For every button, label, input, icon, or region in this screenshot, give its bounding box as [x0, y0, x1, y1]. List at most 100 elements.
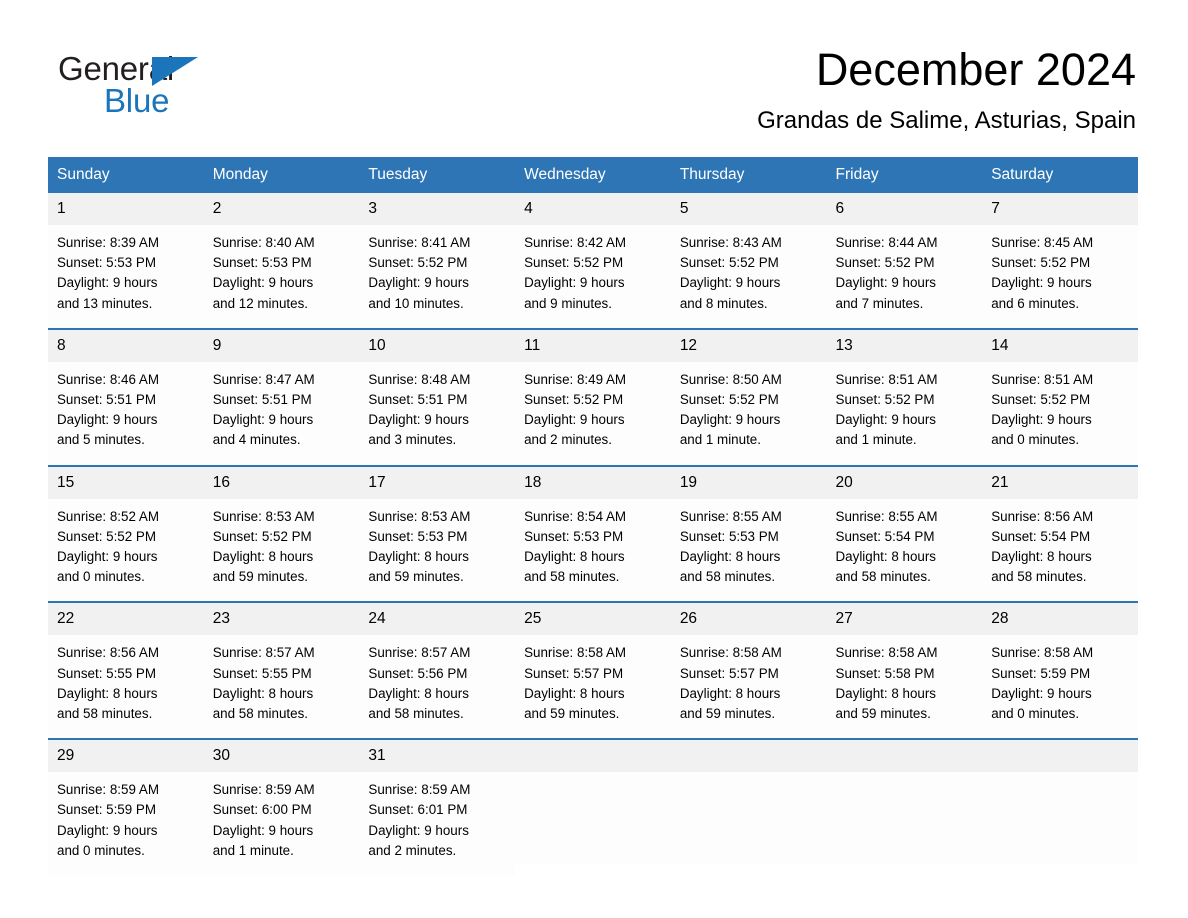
page-subtitle: Grandas de Salime, Asturias, Spain — [757, 107, 1136, 134]
sunset-text: Sunset: 5:52 PM — [835, 255, 935, 271]
calendar-day-cell[interactable]: 2 Sunrise: 8:40 AM Sunset: 5:53 PM Dayli… — [203, 193, 360, 329]
daylight-text-line2: and 58 minutes. — [991, 569, 1087, 585]
calendar-day-cell[interactable]: 13 Sunrise: 8:51 AM Sunset: 5:52 PM Dayl… — [826, 327, 983, 466]
daylight-text-line1: Daylight: 8 hours — [835, 549, 936, 565]
daylight-text-line1: Daylight: 9 hours — [679, 412, 781, 428]
calendar-day-cell[interactable]: 10 Sunrise: 8:48 AM Sunset: 5:51 PM Dayl… — [359, 327, 516, 466]
weekday-header-friday: Friday — [826, 157, 983, 193]
calendar-day-cell[interactable]: 17 Sunrise: 8:53 AM Sunset: 5:53 PM Dayl… — [359, 464, 516, 603]
day-details: Sunrise: 8:50 AM Sunset: 5:52 PM Dayligh… — [670, 361, 827, 465]
daylight-text-line1: Daylight: 9 hours — [368, 822, 469, 838]
calendar-header-row-group: Sunday Monday Tuesday Wednesday Thursday… — [48, 157, 1138, 193]
daylight-text-line1: Daylight: 8 hours — [679, 549, 781, 565]
calendar-day-cell[interactable]: 15 Sunrise: 8:52 AM Sunset: 5:52 PM Dayl… — [48, 464, 204, 603]
sunrise-text: Sunrise: 8:58 AM — [991, 645, 1094, 661]
calendar-day-cell[interactable]: 14 Sunrise: 8:51 AM Sunset: 5:52 PM Dayl… — [982, 327, 1138, 466]
calendar-day-cell[interactable]: 1 Sunrise: 8:39 AM Sunset: 5:53 PM Dayli… — [48, 193, 204, 329]
sunrise-text: Sunrise: 8:55 AM — [835, 508, 938, 524]
sunrise-text: Sunrise: 8:45 AM — [991, 235, 1094, 250]
sunset-text: Sunset: 6:01 PM — [368, 802, 468, 818]
calendar-day-cell[interactable]: 11 Sunrise: 8:49 AM Sunset: 5:52 PM Dayl… — [515, 327, 671, 466]
daylight-text-line1: Daylight: 9 hours — [835, 275, 936, 291]
daylight-text-line1: Daylight: 9 hours — [991, 412, 1092, 428]
sunrise-text: Sunrise: 8:51 AM — [991, 371, 1094, 387]
sunrise-text: Sunrise: 8:39 AM — [57, 235, 159, 250]
sunrise-text: Sunrise: 8:46 AM — [57, 371, 159, 387]
calendar-day-cell[interactable]: 25 Sunrise: 8:58 AM Sunset: 5:57 PM Dayl… — [515, 601, 671, 740]
day-details: Sunrise: 8:58 AM Sunset: 5:57 PM Dayligh… — [515, 635, 671, 739]
calendar-day-cell[interactable]: 30 Sunrise: 8:59 AM Sunset: 6:00 PM Dayl… — [203, 738, 360, 876]
calendar-day-cell[interactable]: 4 Sunrise: 8:42 AM Sunset: 5:52 PM Dayli… — [515, 193, 671, 329]
day-details: Sunrise: 8:56 AM Sunset: 5:54 PM Dayligh… — [982, 498, 1138, 602]
daylight-text-line1: Daylight: 9 hours — [212, 822, 314, 838]
calendar-day-cell[interactable]: 18 Sunrise: 8:54 AM Sunset: 5:53 PM Dayl… — [515, 464, 671, 603]
sunset-text: Sunset: 5:53 PM — [679, 528, 779, 544]
page-header: General Blue December 2024 Grandas de Sa… — [0, 0, 1188, 134]
daylight-text-line1: Daylight: 9 hours — [368, 275, 469, 291]
sunrise-text: Sunrise: 8:55 AM — [679, 508, 782, 524]
day-details: Sunrise: 8:54 AM Sunset: 5:53 PM Dayligh… — [515, 498, 671, 602]
daylight-text-line1: Daylight: 9 hours — [679, 275, 781, 291]
day-details: Sunrise: 8:59 AM Sunset: 6:01 PM Dayligh… — [359, 772, 516, 876]
weekday-header-wednesday: Wednesday — [515, 157, 671, 193]
calendar-day-cell[interactable]: 24 Sunrise: 8:57 AM Sunset: 5:56 PM Dayl… — [359, 601, 516, 740]
day-number — [826, 740, 983, 773]
sunrise-text: Sunrise: 8:42 AM — [524, 235, 627, 250]
sunset-text: Sunset: 6:00 PM — [212, 802, 312, 818]
daylight-text-line1: Daylight: 9 hours — [991, 275, 1092, 291]
daylight-text-line1: Daylight: 9 hours — [524, 275, 625, 291]
calendar-day-cell[interactable]: 21 Sunrise: 8:56 AM Sunset: 5:54 PM Dayl… — [982, 464, 1138, 603]
calendar-day-cell[interactable]: 12 Sunrise: 8:50 AM Sunset: 5:52 PM Dayl… — [670, 327, 827, 466]
daylight-text-line2: and 59 minutes. — [212, 569, 308, 585]
day-number: 18 — [515, 466, 671, 499]
calendar-day-cell[interactable]: 6 Sunrise: 8:44 AM Sunset: 5:52 PM Dayli… — [826, 193, 983, 329]
sunset-text: Sunset: 5:52 PM — [368, 255, 468, 271]
daylight-text-line2: and 58 minutes. — [524, 569, 620, 585]
calendar-day-cell[interactable]: 28 Sunrise: 8:58 AM Sunset: 5:59 PM Dayl… — [982, 601, 1138, 740]
day-number: 24 — [359, 603, 516, 636]
calendar-page: General Blue December 2024 Grandas de Sa… — [0, 0, 1188, 918]
weekday-header-saturday: Saturday — [982, 157, 1138, 193]
title-block: December 2024 Grandas de Salime, Asturia… — [757, 44, 1136, 136]
day-details — [826, 772, 983, 865]
daylight-text-line2: and 1 minute. — [212, 842, 294, 858]
sunset-text: Sunset: 5:52 PM — [212, 528, 312, 544]
day-number: 25 — [515, 603, 671, 636]
daylight-text-line1: Daylight: 8 hours — [212, 549, 314, 565]
daylight-text-line1: Daylight: 8 hours — [835, 685, 936, 701]
day-number: 29 — [48, 740, 204, 773]
calendar-day-cell[interactable]: 3 Sunrise: 8:41 AM Sunset: 5:52 PM Dayli… — [359, 193, 516, 329]
calendar-day-cell[interactable]: 29 Sunrise: 8:59 AM Sunset: 5:59 PM Dayl… — [48, 738, 204, 876]
day-number: 23 — [203, 603, 360, 636]
calendar-body: 1 Sunrise: 8:39 AM Sunset: 5:53 PM Dayli… — [48, 193, 1138, 876]
calendar-day-cell[interactable]: 9 Sunrise: 8:47 AM Sunset: 5:51 PM Dayli… — [203, 327, 360, 466]
day-number: 22 — [48, 603, 204, 636]
sunrise-sunset-calendar-table: Sunday Monday Tuesday Wednesday Thursday… — [48, 157, 1138, 876]
sunset-text: Sunset: 5:55 PM — [57, 665, 156, 681]
calendar-week-row: 15 Sunrise: 8:52 AM Sunset: 5:52 PM Dayl… — [48, 464, 1138, 603]
sunset-text: Sunset: 5:53 PM — [524, 528, 624, 544]
calendar-day-cell[interactable]: 5 Sunrise: 8:43 AM Sunset: 5:52 PM Dayli… — [670, 193, 827, 329]
calendar-day-cell[interactable]: 31 Sunrise: 8:59 AM Sunset: 6:01 PM Dayl… — [359, 738, 516, 876]
calendar-day-cell[interactable]: 7 Sunrise: 8:45 AM Sunset: 5:52 PM Dayli… — [982, 193, 1138, 329]
calendar-day-cell[interactable]: 26 Sunrise: 8:58 AM Sunset: 5:57 PM Dayl… — [670, 601, 827, 740]
day-number: 30 — [203, 740, 360, 773]
weekday-header-monday: Monday — [203, 157, 360, 193]
sunset-text: Sunset: 5:53 PM — [368, 528, 468, 544]
daylight-text-line2: and 58 minutes. — [57, 706, 153, 722]
sunset-text: Sunset: 5:59 PM — [991, 665, 1091, 681]
sunset-text: Sunset: 5:54 PM — [835, 528, 935, 544]
sunset-text: Sunset: 5:52 PM — [991, 255, 1091, 271]
daylight-text-line1: Daylight: 9 hours — [57, 412, 158, 428]
calendar-day-cell[interactable]: 23 Sunrise: 8:57 AM Sunset: 5:55 PM Dayl… — [203, 601, 360, 740]
daylight-text-line1: Daylight: 9 hours — [991, 685, 1092, 701]
day-details: Sunrise: 8:53 AM Sunset: 5:52 PM Dayligh… — [203, 498, 360, 602]
calendar-day-cell[interactable]: 8 Sunrise: 8:46 AM Sunset: 5:51 PM Dayli… — [48, 327, 204, 466]
calendar-day-cell[interactable]: 22 Sunrise: 8:56 AM Sunset: 5:55 PM Dayl… — [48, 601, 204, 740]
daylight-text-line2: and 2 minutes. — [524, 432, 612, 448]
calendar-day-cell[interactable]: 16 Sunrise: 8:53 AM Sunset: 5:52 PM Dayl… — [203, 464, 360, 603]
calendar-day-cell[interactable]: 19 Sunrise: 8:55 AM Sunset: 5:53 PM Dayl… — [670, 464, 827, 603]
daylight-text-line1: Daylight: 9 hours — [835, 412, 936, 428]
calendar-day-cell[interactable]: 20 Sunrise: 8:55 AM Sunset: 5:54 PM Dayl… — [826, 464, 983, 603]
calendar-day-cell[interactable]: 27 Sunrise: 8:58 AM Sunset: 5:58 PM Dayl… — [826, 601, 983, 740]
